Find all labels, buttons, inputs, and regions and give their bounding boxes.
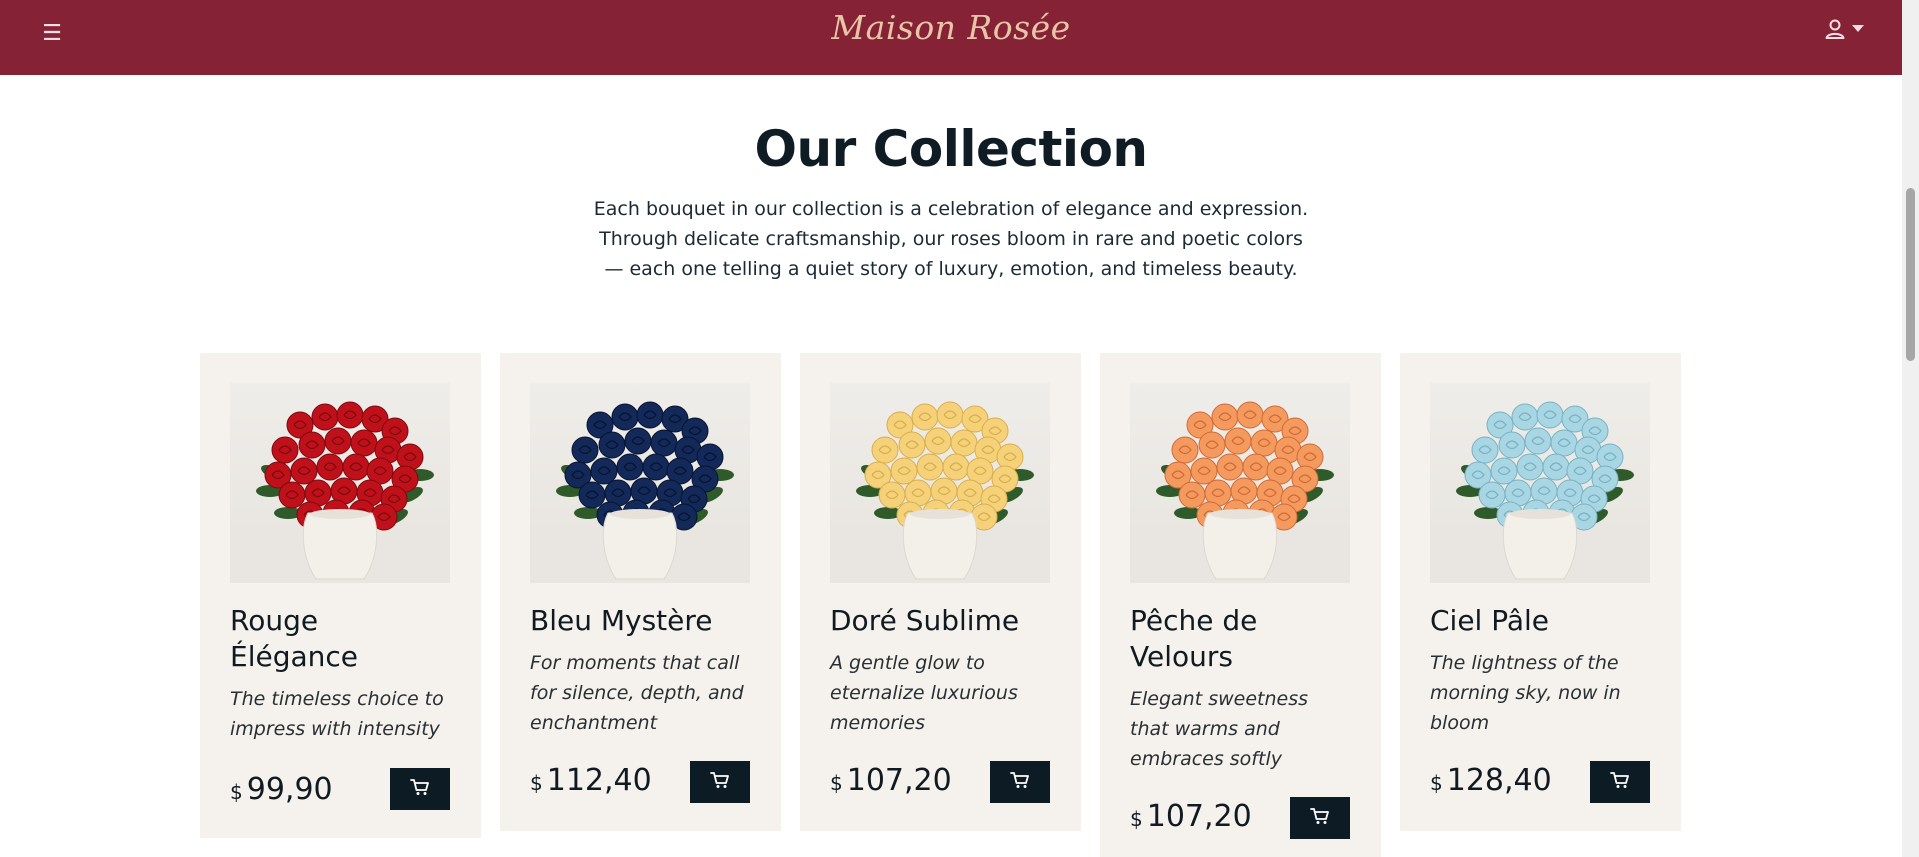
shopping-cart-icon bbox=[710, 770, 730, 794]
product-name[interactable]: Ciel Pâle bbox=[1430, 603, 1660, 639]
product-image[interactable] bbox=[1430, 383, 1650, 583]
product-description-line: impress with intensity bbox=[230, 718, 440, 740]
product-description-line: For moments that call bbox=[530, 652, 740, 674]
page-scrollbar[interactable] bbox=[1902, 0, 1919, 857]
product-image[interactable] bbox=[1130, 383, 1350, 583]
brand-logo[interactable]: Maison Rosée bbox=[0, 8, 1902, 47]
shopping-cart-icon bbox=[1010, 770, 1030, 794]
intro-line: Each bouquet in our collection is a cele… bbox=[593, 198, 1309, 220]
bouquet-illustration bbox=[1130, 401, 1350, 583]
product-name-line: Élégance bbox=[230, 640, 358, 673]
product-description-line: embraces softly bbox=[1130, 748, 1282, 770]
scrollbar-thumb[interactable] bbox=[1906, 188, 1915, 361]
currency-symbol: $ bbox=[830, 771, 843, 795]
product-name[interactable]: Doré Sublime bbox=[830, 603, 1060, 639]
product-image[interactable] bbox=[230, 383, 450, 583]
user-account-dropdown[interactable] bbox=[1824, 18, 1864, 40]
product-price: $128,40 bbox=[1430, 763, 1552, 801]
product-name-line: Pêche de bbox=[1130, 604, 1258, 637]
intro-line: — each one telling a quiet story of luxu… bbox=[604, 258, 1298, 280]
product-image[interactable] bbox=[530, 383, 750, 583]
add-to-cart-button[interactable] bbox=[990, 761, 1050, 803]
product-description: For moments that call for silence, depth… bbox=[530, 648, 745, 738]
product-description: Elegant sweetness that warms and embrace… bbox=[1130, 684, 1345, 774]
product-price: $107,20 bbox=[830, 763, 952, 801]
product-image[interactable] bbox=[830, 383, 1050, 583]
price-value: 107,20 bbox=[846, 763, 952, 798]
shopping-cart-icon bbox=[410, 777, 430, 801]
add-to-cart-button[interactable] bbox=[690, 761, 750, 803]
product-card[interactable]: Doré Sublime A gentle glow to eternalize… bbox=[800, 353, 1081, 831]
product-name-line: Bleu Mystère bbox=[530, 604, 713, 637]
product-name[interactable]: Rouge Élégance bbox=[230, 603, 460, 675]
product-price: $99,90 bbox=[230, 772, 333, 810]
product-price: $107,20 bbox=[1130, 799, 1252, 837]
product-description-line: The lightness of the bbox=[1430, 652, 1619, 674]
price-value: 107,20 bbox=[1146, 799, 1252, 834]
collection-intro: Each bouquet in our collection is a cele… bbox=[0, 194, 1902, 284]
product-name-line: Rouge bbox=[230, 604, 319, 637]
shopping-cart-icon bbox=[1610, 770, 1630, 794]
add-to-cart-button[interactable] bbox=[390, 768, 450, 810]
product-description-line: morning sky, now in bbox=[1430, 682, 1621, 704]
currency-symbol: $ bbox=[230, 780, 243, 804]
user-icon bbox=[1825, 19, 1845, 39]
product-description-line: The timeless choice to bbox=[230, 688, 444, 710]
product-name[interactable]: Bleu Mystère bbox=[530, 603, 760, 639]
currency-symbol: $ bbox=[1130, 807, 1143, 831]
product-description: A gentle glow to eternalize luxurious me… bbox=[830, 648, 1045, 738]
product-description-line: eternalize luxurious bbox=[830, 682, 1018, 704]
price-value: 128,40 bbox=[1446, 763, 1552, 798]
price-value: 99,90 bbox=[246, 772, 333, 807]
product-name-line: Doré Sublime bbox=[830, 604, 1020, 637]
bouquet-illustration bbox=[530, 401, 750, 583]
product-price: $112,40 bbox=[530, 763, 652, 801]
page-title: Our Collection bbox=[754, 120, 1148, 178]
caret-down-icon bbox=[1852, 25, 1864, 32]
shopping-cart-icon bbox=[1310, 806, 1330, 830]
product-description: The timeless choice to impress with inte… bbox=[230, 684, 445, 744]
product-description-line: enchantment bbox=[530, 712, 658, 734]
product-description-line: A gentle glow to bbox=[830, 652, 985, 674]
product-name-line: Ciel Pâle bbox=[1430, 604, 1550, 637]
add-to-cart-button[interactable] bbox=[1590, 761, 1650, 803]
product-name[interactable]: Pêche de Velours bbox=[1130, 603, 1360, 675]
product-description-line: bloom bbox=[1430, 712, 1490, 734]
currency-symbol: $ bbox=[1430, 771, 1443, 795]
product-name-line: Velours bbox=[1130, 640, 1233, 673]
product-card[interactable]: Rouge Élégance The timeless choice to im… bbox=[200, 353, 481, 838]
price-value: 112,40 bbox=[546, 763, 652, 798]
bouquet-illustration bbox=[1430, 401, 1650, 583]
add-to-cart-button[interactable] bbox=[1290, 797, 1350, 839]
product-description-line: that warms and bbox=[1130, 718, 1280, 740]
product-description-line: memories bbox=[830, 712, 926, 734]
bouquet-illustration bbox=[230, 401, 450, 583]
currency-symbol: $ bbox=[530, 771, 543, 795]
product-description-line: Elegant sweetness bbox=[1130, 688, 1309, 710]
top-navigation-bar: ☰ Maison Rosée bbox=[0, 0, 1902, 75]
bouquet-illustration bbox=[830, 401, 1050, 583]
product-card[interactable]: Bleu Mystère For moments that call for s… bbox=[500, 353, 781, 831]
product-description: The lightness of the morning sky, now in… bbox=[1430, 648, 1645, 738]
product-grid: Rouge Élégance The timeless choice to im… bbox=[200, 353, 1682, 857]
product-card[interactable]: Pêche de Velours Elegant sweetness that … bbox=[1100, 353, 1381, 857]
product-description-line: for silence, depth, and bbox=[530, 682, 744, 704]
product-card[interactable]: Ciel Pâle The lightness of the morning s… bbox=[1400, 353, 1681, 831]
intro-line: Through delicate craftsmanship, our rose… bbox=[599, 228, 1303, 250]
